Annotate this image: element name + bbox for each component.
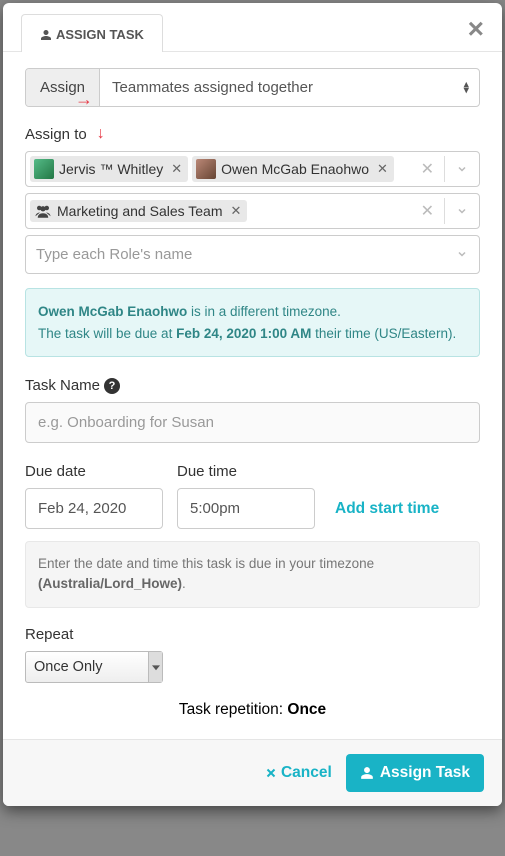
teammates-multiselect[interactable]: Jervis ™ Whitley ✕ Owen McGab Enaohwo ✕ … (25, 151, 480, 187)
due-date-col: Due date Feb 24, 2020 (25, 463, 163, 529)
due-time-input[interactable]: 5:00pm (177, 488, 315, 529)
chevron-down-icon[interactable] (445, 246, 479, 264)
tz-due: Feb 24, 2020 1:00 AM (176, 326, 311, 341)
due-date-input[interactable]: Feb 24, 2020 (25, 488, 163, 529)
help-icon[interactable]: ? (104, 378, 120, 394)
teammate-chip[interactable]: Owen McGab Enaohwo ✕ (192, 156, 394, 182)
chevron-down-icon[interactable] (445, 202, 479, 220)
updown-icon: ▴▾ (463, 81, 469, 94)
modal-header: ASSIGN TASK × (3, 3, 502, 52)
tab-assign-task[interactable]: ASSIGN TASK (21, 14, 163, 52)
repeat-label: Repeat (25, 626, 480, 643)
groups-chips: Marketing and Sales Team ✕ (26, 194, 411, 228)
assign-to-label: Assign to ↓ (25, 125, 480, 143)
task-name-input[interactable]: e.g. Onboarding for Susan (25, 402, 480, 443)
chevron-down-icon[interactable] (445, 160, 479, 178)
timezone-hint: Enter the date and time this task is due… (25, 541, 480, 608)
close-icon (265, 767, 277, 779)
assign-task-modal: ASSIGN TASK × → Assign Teammates assigne… (3, 3, 502, 806)
chip-remove-icon[interactable]: ✕ (377, 161, 388, 177)
assign-task-button[interactable]: Assign Task (346, 754, 484, 792)
due-row: Due date Feb 24, 2020 Due time 5:00pm Ad… (25, 463, 480, 529)
clear-all-icon[interactable]: ✕ (411, 159, 444, 179)
person-icon (40, 29, 52, 41)
teammates-chips: Jervis ™ Whitley ✕ Owen McGab Enaohwo ✕ (26, 152, 411, 186)
person-icon (360, 766, 374, 780)
repeat-value: Once Only (34, 659, 103, 675)
chip-remove-icon[interactable]: ✕ (231, 203, 242, 219)
chip-label: Marketing and Sales Team (57, 203, 223, 219)
avatar (196, 159, 216, 179)
tz-user: Owen McGab Enaohwo (38, 304, 187, 319)
assign-mode-value: Teammates assigned together ▴▾ (100, 69, 479, 106)
group-icon (34, 203, 52, 219)
chip-remove-icon[interactable]: ✕ (171, 161, 182, 177)
repeat-select[interactable]: Once Only (25, 651, 163, 683)
cancel-button[interactable]: Cancel (265, 764, 332, 782)
repeat-summary: Task repetition: Once (25, 701, 480, 719)
close-icon[interactable]: × (468, 15, 484, 43)
chip-label: Owen McGab Enaohwo (221, 161, 369, 177)
dropdown-caret-icon (148, 652, 162, 682)
teammate-chip[interactable]: Jervis ™ Whitley ✕ (30, 156, 188, 182)
add-start-time-link[interactable]: Add start time (335, 500, 439, 529)
timezone-notice: Owen McGab Enaohwo is in a different tim… (25, 288, 480, 357)
modal-body: → Assign Teammates assigned together ▴▾ … (3, 52, 502, 739)
due-date-label: Due date (25, 463, 163, 480)
roles-placeholder: Type each Role's name (26, 236, 445, 273)
roles-input[interactable]: Type each Role's name (25, 235, 480, 274)
chip-label: Jervis ™ Whitley (59, 161, 163, 177)
modal-footer: Cancel Assign Task (3, 739, 502, 806)
group-chip[interactable]: Marketing and Sales Team ✕ (30, 200, 247, 222)
tab-label: ASSIGN TASK (56, 27, 144, 42)
task-name-label: Task Name ? (25, 377, 480, 394)
avatar (34, 159, 54, 179)
assign-mode-select[interactable]: Assign Teammates assigned together ▴▾ (25, 68, 480, 107)
arrow-right-annotation: → (75, 89, 93, 110)
arrow-down-annotation: ↓ (97, 125, 105, 143)
due-time-col: Due time 5:00pm (177, 463, 315, 529)
due-time-label: Due time (177, 463, 315, 480)
groups-multiselect[interactable]: Marketing and Sales Team ✕ ✕ (25, 193, 480, 229)
clear-all-icon[interactable]: ✕ (411, 201, 444, 221)
